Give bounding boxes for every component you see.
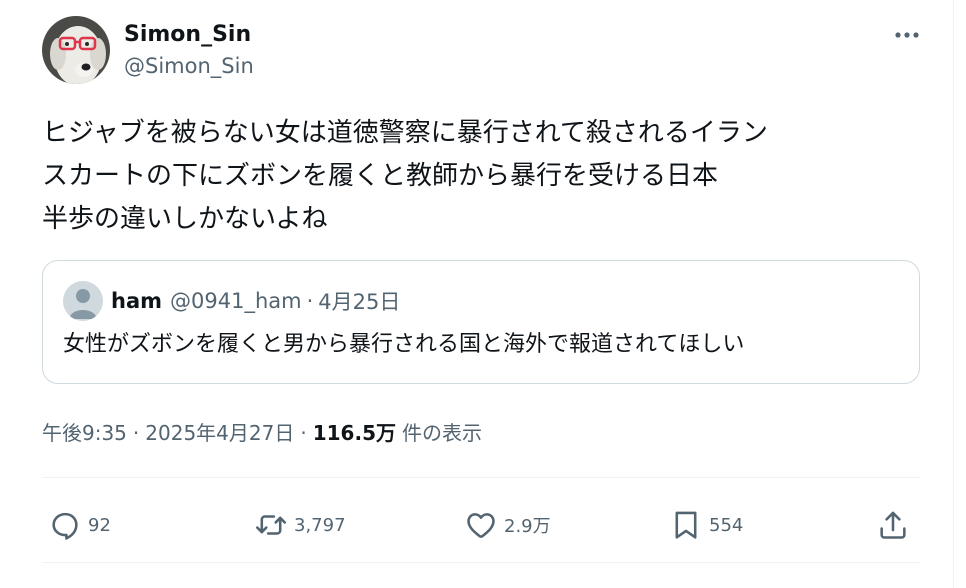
tweet-date[interactable]: 2025年4月27日: [145, 418, 294, 448]
retweet-count: 3,797: [294, 514, 346, 536]
more-horizontal-icon: [895, 32, 919, 38]
actions-divider: [42, 477, 920, 478]
views-count: 116.5万: [312, 421, 396, 445]
action-bar: 92 3,797 2.9万 554: [0, 500, 966, 550]
reply-count: 92: [88, 514, 111, 536]
bookmark-button[interactable]: 554: [669, 500, 743, 550]
bookmark-count: 554: [709, 514, 744, 536]
meta-separator: ·: [132, 421, 140, 445]
share-button[interactable]: [876, 500, 910, 550]
tweet-time[interactable]: 午後9:35: [42, 418, 127, 448]
tweet-text-line: スカートの下にズボンを履くと教師から暴行を受ける日本: [42, 161, 719, 191]
dog-avatar-image: [42, 16, 110, 84]
more-options-button[interactable]: [892, 22, 922, 48]
share-icon: [880, 511, 906, 539]
like-button[interactable]: 2.9万: [464, 500, 551, 550]
quoted-handle: @0941_ham: [170, 289, 302, 313]
like-count: 2.9万: [504, 516, 551, 537]
quoted-display-name: ham: [111, 289, 163, 313]
heart-icon: [467, 513, 495, 538]
author-handle[interactable]: @Simon_Sin: [124, 52, 254, 80]
meta-separator: ·: [300, 421, 307, 445]
bottom-divider: [42, 562, 920, 563]
tweet-meta: 午後9:35 · 2025年4月27日 · 116.5万 件の表示: [42, 418, 482, 448]
reply-button[interactable]: 92: [48, 500, 111, 550]
tweet-text: ヒジャブを被らない女は道徳警察に暴行されて殺されるイラン スカートの下にズボンを…: [42, 112, 922, 241]
reply-icon: [52, 512, 78, 540]
retweet-icon: [255, 515, 287, 535]
tweet-text-line: ヒジャブを被らない女は道徳警察に暴行されて殺されるイラン: [42, 118, 768, 148]
quoted-tweet-card[interactable]: ham @0941_ham · 4月25日 女性がズボンを履くと男から暴行される…: [42, 260, 920, 384]
avatar[interactable]: [42, 16, 110, 84]
quoted-tweet-text: 女性がズボンを履くと男から暴行される国と海外で報道されてほしい: [63, 332, 745, 357]
default-profile-icon: [63, 281, 103, 321]
author-block: Simon_Sin @Simon_Sin: [124, 20, 254, 80]
quoted-tweet-header: ham @0941_ham · 4月25日: [63, 281, 400, 321]
tweet-text-line: 半歩の違いしかないよね: [42, 204, 328, 234]
retweet-button[interactable]: 3,797: [254, 500, 346, 550]
tweet-header: Simon_Sin @Simon_Sin: [42, 15, 254, 85]
quoted-avatar: [63, 281, 103, 321]
views-label: 件の表示: [401, 421, 482, 445]
quoted-separator: ·: [306, 289, 314, 313]
bookmark-icon: [675, 511, 697, 539]
quoted-date: 4月25日: [318, 290, 401, 314]
author-display-name[interactable]: Simon_Sin: [124, 20, 254, 50]
